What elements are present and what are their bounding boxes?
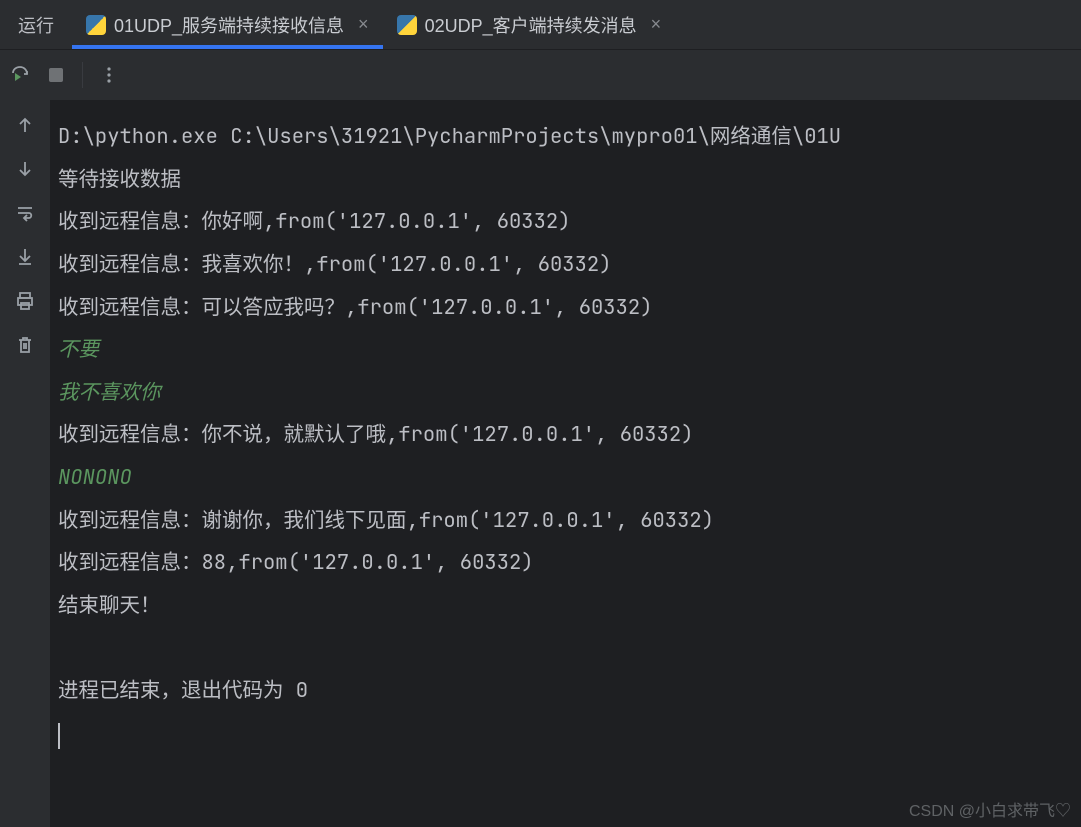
console-line: 等待接收数据	[58, 159, 1073, 202]
soft-wrap-icon[interactable]	[14, 202, 36, 224]
console-line: 进程已结束，退出代码为 0	[58, 670, 1073, 713]
close-icon[interactable]: ×	[358, 14, 369, 35]
console-line: 结束聊天！	[58, 585, 1073, 628]
console-line: 收到远程信息：我喜欢你！,from('127.0.0.1', 60332)	[58, 244, 1073, 287]
tab-bar: 运行 01UDP_服务端持续接收信息 × 02UDP_客户端持续发消息 ×	[0, 0, 1081, 50]
close-icon[interactable]: ×	[651, 14, 662, 35]
trash-icon[interactable]	[14, 334, 36, 356]
console-line: 收到远程信息：谢谢你，我们线下见面,from('127.0.0.1', 6033…	[58, 500, 1073, 543]
tab-label: 01UDP_服务端持续接收信息	[114, 12, 344, 38]
watermark: CSDN @小白求带飞♡	[909, 797, 1071, 821]
console-output[interactable]: D:\python.exe C:\Users\31921\PycharmProj…	[50, 100, 1081, 827]
console-line	[58, 628, 1073, 671]
tab-server[interactable]: 01UDP_服务端持续接收信息 ×	[72, 0, 383, 49]
console-line: 收到远程信息：可以答应我吗？,from('127.0.0.1', 60332)	[58, 287, 1073, 330]
stop-icon[interactable]	[46, 65, 66, 85]
python-icon	[86, 15, 106, 35]
tab-label: 02UDP_客户端持续发消息	[425, 12, 637, 38]
print-icon[interactable]	[14, 290, 36, 312]
up-arrow-icon[interactable]	[14, 114, 36, 136]
scroll-to-end-icon[interactable]	[14, 246, 36, 268]
python-icon	[397, 15, 417, 35]
console-line: 我不喜欢你	[58, 372, 1073, 415]
console-line: 收到远程信息：88,from('127.0.0.1', 60332)	[58, 542, 1073, 585]
more-icon[interactable]	[99, 65, 119, 85]
console-line: NONONO	[58, 457, 1073, 500]
run-toolbar	[0, 50, 1081, 100]
side-toolbar	[0, 100, 50, 827]
caret	[58, 723, 60, 749]
console-line: 收到远程信息：你好啊,from('127.0.0.1', 60332)	[58, 201, 1073, 244]
run-panel-label: 运行	[0, 0, 72, 49]
rerun-icon[interactable]	[10, 65, 30, 85]
console-line: 不要	[58, 329, 1073, 372]
divider	[82, 62, 83, 88]
console-line: D:\python.exe C:\Users\31921\PycharmProj…	[58, 116, 1073, 159]
console-line: 收到远程信息：你不说，就默认了哦,from('127.0.0.1', 60332…	[58, 414, 1073, 457]
down-arrow-icon[interactable]	[14, 158, 36, 180]
tab-client[interactable]: 02UDP_客户端持续发消息 ×	[383, 0, 676, 49]
